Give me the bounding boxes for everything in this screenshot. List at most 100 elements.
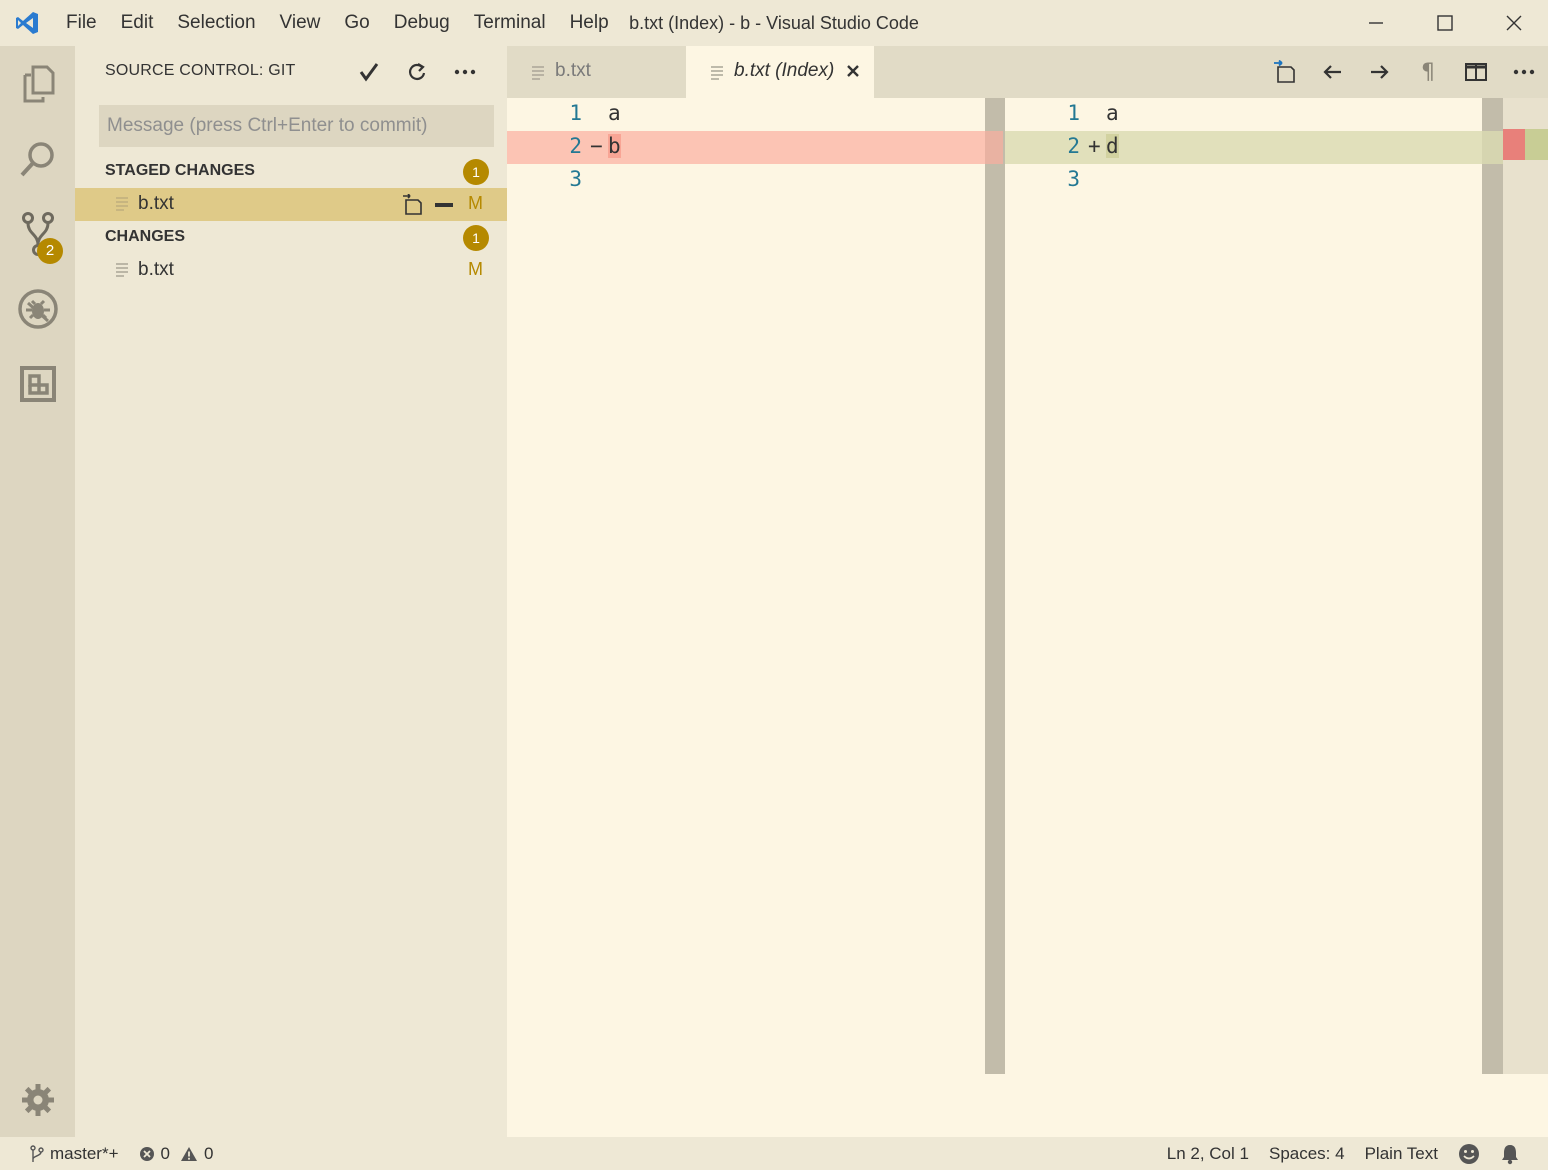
unstage-button[interactable] [431,192,457,218]
open-file-icon [1274,60,1295,83]
right-scrollbar[interactable] [1482,98,1503,1074]
overview-removed-mark [1503,129,1525,160]
tab-label: b.txt [555,60,591,81]
menu-debug[interactable]: Debug [382,0,462,46]
status-left: master*+ 0 0 [20,1137,223,1170]
changed-file-row[interactable]: b.txt M [75,254,507,287]
activity-extensions[interactable] [0,346,75,421]
gear-icon [21,1083,54,1116]
open-file-icon [403,194,422,215]
warning-icon [180,1146,197,1161]
menu-selection[interactable]: Selection [165,0,267,46]
activity-debug[interactable] [0,271,75,346]
refresh-button[interactable] [393,54,441,90]
text-file-icon [116,263,128,277]
changes-header[interactable]: CHANGES 1 [75,222,507,254]
line-text: d [1106,134,1119,158]
explorer-icon [23,65,54,102]
diff-overview-ruler[interactable] [1503,98,1548,1074]
text-file-icon [532,66,544,80]
branch-status[interactable]: master*+ [20,1137,129,1170]
ellipsis-icon [1513,69,1535,75]
feedback-button[interactable] [1448,1137,1490,1170]
cursor-position[interactable]: Ln 2, Col 1 [1157,1137,1259,1170]
editor-more-button[interactable] [1500,46,1548,98]
tab-b-txt-index[interactable]: b.txt (Index) [686,46,874,98]
menu-edit[interactable]: Edit [109,0,166,46]
left-scrollbar[interactable] [985,98,1005,1074]
refresh-icon [409,63,426,80]
line-text: a [608,101,621,125]
open-file-action[interactable] [1260,46,1308,98]
tab-b-txt[interactable]: b.txt [507,46,686,98]
arrow-left-icon [1323,65,1341,79]
tab-close-button[interactable] [842,60,864,82]
vscode-logo-icon [0,0,54,46]
left-scrollbar-removed-marker [985,131,1003,164]
sidebar-header: SOURCE CONTROL: GIT [75,46,507,98]
menu-view[interactable]: View [268,0,333,46]
activity-source-control[interactable]: 2 [0,196,75,271]
commit-button[interactable] [345,54,393,90]
line-text: a [1106,101,1119,125]
menu-help[interactable]: Help [558,0,621,46]
activity-search[interactable] [0,121,75,196]
staged-file-row[interactable]: b.txt M [75,188,507,221]
menu-go[interactable]: Go [332,0,381,46]
window-controls [1341,0,1548,46]
minimize-icon [1368,22,1383,24]
text-file-icon [711,66,723,80]
smiley-icon [1459,1143,1479,1164]
git-branch-icon [30,1144,44,1162]
error-icon [139,1146,154,1161]
minimize-button[interactable] [1341,0,1410,46]
staged-file-name: b.txt [138,193,174,214]
menu-terminal[interactable]: Terminal [462,0,558,46]
close-icon [1506,15,1521,31]
staged-count-badge: 1 [463,159,489,185]
activity-bar: 2 [0,46,75,1137]
next-change-button[interactable] [1356,46,1404,98]
error-count: 0 [160,1143,170,1163]
status-right: Ln 2, Col 1 Spaces: 4 Plain Text [1157,1137,1530,1170]
code-line: 1 a [507,98,985,131]
menu-file[interactable]: File [54,0,109,46]
code-line: 3 [1005,164,1482,197]
staged-changes-label: STAGED CHANGES [105,162,255,179]
status-bar: master*+ 0 0 Ln 2, Col 1 Spaces: 4 Plain… [0,1137,1548,1170]
branch-name: master*+ [50,1143,119,1163]
activity-explorer[interactable] [0,46,75,121]
maximize-icon [1436,15,1453,31]
notifications-button[interactable] [1490,1137,1530,1170]
split-editor-icon [1465,63,1487,81]
line-number: 1 [569,101,582,125]
removed-line: 2 − b [507,131,985,164]
code-line: 3 [507,164,985,197]
open-file-button[interactable] [399,192,425,218]
changes-count-badge: 1 [463,225,489,251]
staged-changes-header[interactable]: STAGED CHANGES 1 [75,156,507,188]
diff-modified-pane[interactable]: 1 a 2 + d 3 [1005,98,1482,1137]
more-actions-button[interactable] [441,54,489,90]
previous-change-button[interactable] [1308,46,1356,98]
source-control-sidebar: SOURCE CONTROL: GIT STAGED CHANGES 1 b.t… [75,46,507,1137]
maximize-button[interactable] [1410,0,1479,46]
sidebar-title: SOURCE CONTROL: GIT [105,62,296,79]
changes-label: CHANGES [105,228,186,245]
problems-status[interactable]: 0 0 [129,1137,224,1170]
toggle-whitespace-button[interactable]: ¶ [1404,46,1452,98]
close-window-button[interactable] [1479,0,1548,46]
debug-icon [17,288,58,329]
changed-file-status: M [468,259,483,279]
indentation-status[interactable]: Spaces: 4 [1259,1137,1355,1170]
commit-message-input[interactable] [99,105,494,147]
menu-bar: File Edit Selection View Go Debug Termin… [54,0,621,46]
activity-settings[interactable] [0,1062,75,1137]
added-line: 2 + d [1005,131,1482,164]
split-editor-button[interactable] [1452,46,1500,98]
line-number: 2 [569,134,582,158]
diff-original-pane[interactable]: 1 a 2 − b 3 [507,98,985,1137]
language-mode[interactable]: Plain Text [1355,1137,1448,1170]
removed-marker: − [590,134,603,158]
checkmark-icon [359,63,379,82]
